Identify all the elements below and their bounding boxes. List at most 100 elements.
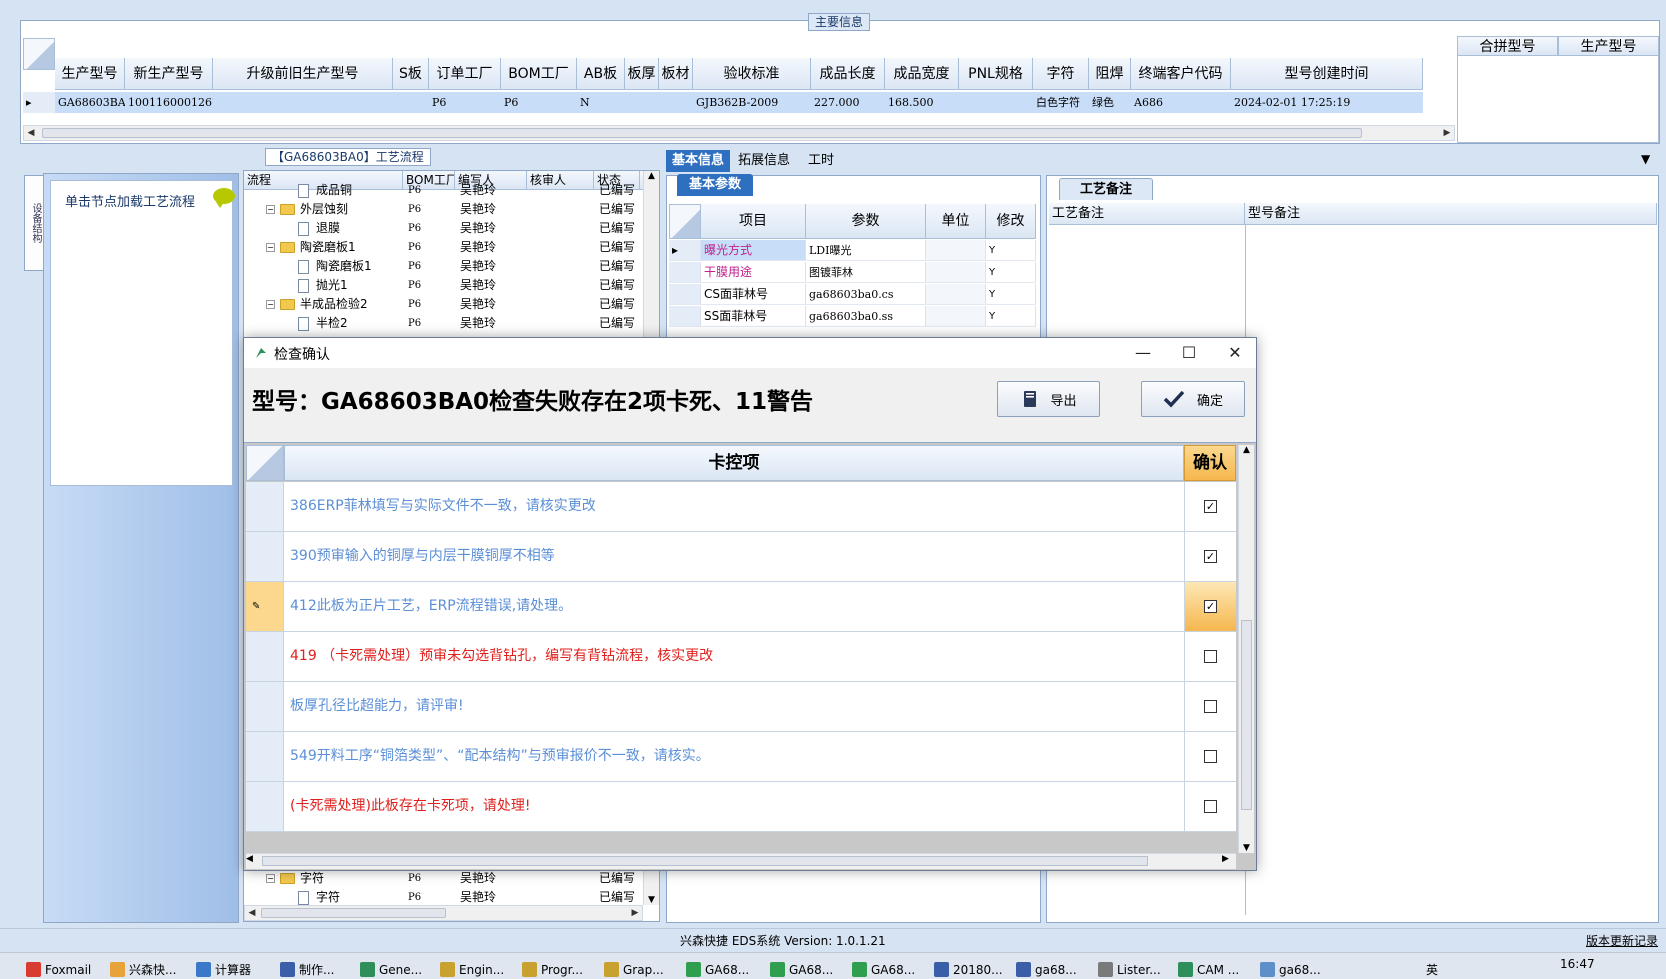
merge-col-header[interactable]: 生产型号	[1558, 36, 1659, 56]
confirm-checkbox[interactable]	[1204, 750, 1217, 763]
main-col-header[interactable]: 板材	[659, 58, 693, 90]
main-col-header[interactable]: 生产型号	[55, 58, 125, 90]
tab-work-hours[interactable]: 工时	[802, 150, 840, 172]
row-selector[interactable]	[246, 532, 284, 581]
main-cell[interactable]	[213, 92, 393, 113]
param-unit[interactable]	[926, 306, 986, 326]
col-unit[interactable]: 单位	[926, 204, 986, 239]
main-cell[interactable]	[959, 92, 1033, 113]
main-cell[interactable]: A686	[1131, 92, 1231, 113]
main-col-header[interactable]: 成品长度	[811, 58, 885, 90]
main-cell[interactable]: GA68603BA0	[55, 92, 125, 113]
main-col-header[interactable]: 订单工厂	[429, 58, 501, 90]
device-structure-tab[interactable]: 设备结构	[24, 175, 44, 271]
ok-button[interactable]: 确定	[1141, 381, 1245, 417]
param-row[interactable]: ▸ 曝光方式 LDI曝光 Y	[669, 240, 1036, 261]
taskbar-app[interactable]: Grap...	[604, 959, 664, 979]
row-selector[interactable]	[246, 632, 284, 681]
param-modify[interactable]: Y	[986, 284, 1036, 304]
scroll-up-icon[interactable]: ▲	[1239, 445, 1254, 455]
param-value[interactable]: ga68603ba0.ss	[806, 306, 926, 326]
taskbar-app[interactable]: 兴森快...	[110, 959, 176, 979]
main-col-header[interactable]: 字符	[1033, 58, 1089, 90]
scroll-down-icon[interactable]: ▼	[644, 895, 659, 905]
process-node[interactable]: 退膜	[244, 219, 403, 238]
row-selector[interactable]: ✎	[246, 582, 284, 631]
scroll-thumb[interactable]	[261, 908, 446, 918]
taskbar-app[interactable]: 20180...	[934, 959, 1003, 979]
param-value[interactable]: ga68603ba0.cs	[806, 284, 926, 304]
confirm-checkbox[interactable]	[1204, 800, 1217, 813]
confirm-cell[interactable]: ✓	[1184, 482, 1236, 531]
main-info-hscroll[interactable]: ◀ ▶	[23, 125, 1455, 141]
col-param[interactable]: 参数	[806, 204, 926, 239]
process-node[interactable]: − 外层蚀刻	[244, 200, 403, 219]
taskbar-app[interactable]: Gene...	[360, 959, 422, 979]
tab-process-remark[interactable]: 工艺备注	[1059, 178, 1154, 200]
param-row[interactable]: SS面菲林号 ga68603ba0.ss Y	[669, 306, 1036, 327]
taskbar-app[interactable]: ga68...	[1260, 959, 1321, 979]
check-item-row[interactable]: ✎ 412此板为正片工艺，ERP流程错误,请处理。 ✓	[246, 582, 1236, 632]
taskbar-app[interactable]: 制作...	[280, 959, 334, 979]
taskbar-app[interactable]: Foxmail	[26, 959, 91, 979]
param-modify[interactable]: Y	[986, 262, 1036, 282]
process-tree-row[interactable]: − 字符 P6 吴艳玲 已编写	[244, 869, 640, 888]
main-cell[interactable]: N	[577, 92, 625, 113]
main-col-header[interactable]: 板厚	[625, 58, 659, 90]
scroll-left-icon[interactable]: ◀	[24, 126, 38, 140]
param-row[interactable]: CS面菲林号 ga68603ba0.cs Y	[669, 284, 1036, 305]
check-item-row[interactable]: 386ERP菲林填写与实际文件不一致，请核实更改 ✓	[246, 482, 1236, 532]
param-value[interactable]: 图镀菲林	[806, 262, 926, 282]
row-selector[interactable]: ▸	[669, 240, 701, 260]
process-tree-row[interactable]: 退膜 P6 吴艳玲 已编写	[244, 219, 640, 238]
export-button[interactable]: 导出	[997, 381, 1100, 417]
dialog-titlebar[interactable]: 检查确认 — ☐ ✕	[244, 338, 1256, 368]
main-col-header[interactable]: 成品宽度	[885, 58, 959, 90]
confirm-cell[interactable]: ✓	[1184, 532, 1236, 581]
scroll-right-icon[interactable]: ▶	[1222, 854, 1236, 864]
taskbar-app[interactable]: ga68...	[1016, 959, 1077, 979]
scroll-thumb[interactable]	[262, 856, 1148, 866]
main-cell[interactable]: P6	[429, 92, 501, 113]
main-col-header[interactable]: AB板	[577, 58, 625, 90]
taskbar-app[interactable]: CAM ...	[1178, 959, 1239, 979]
confirm-cell[interactable]: ✓	[1184, 582, 1236, 631]
process-node[interactable]: 半检2	[244, 314, 403, 333]
main-col-header[interactable]: 新生产型号	[125, 58, 213, 90]
confirm-checkbox[interactable]: ✓	[1204, 550, 1217, 563]
main-col-header[interactable]: PNL规格	[959, 58, 1033, 90]
process-node[interactable]: − 半成品检验2	[244, 295, 403, 314]
row-selector[interactable]	[246, 682, 284, 731]
maximize-icon[interactable]: ☐	[1172, 342, 1206, 364]
scroll-left-icon[interactable]: ◀	[245, 906, 259, 920]
check-item-row[interactable]: 板厚孔径比超能力，请评审!	[246, 682, 1236, 732]
col-modify[interactable]: 修改	[986, 204, 1036, 239]
scroll-right-icon[interactable]: ▶	[628, 906, 642, 920]
process-node[interactable]: 抛光1	[244, 276, 403, 295]
main-col-header[interactable]: 升级前旧生产型号	[213, 58, 393, 90]
tab-basic-params[interactable]: 基本参数	[677, 174, 754, 196]
collapse-icon[interactable]: −	[266, 243, 275, 252]
process-tree-row[interactable]: 陶瓷磨板1 P6 吴艳玲 已编写	[244, 257, 640, 276]
confirm-cell[interactable]	[1184, 632, 1236, 681]
col-model-remark[interactable]: 型号备注	[1245, 203, 1657, 225]
clock[interactable]: 16:47	[1560, 953, 1595, 974]
param-row[interactable]: 干膜用途 图镀菲林 Y	[669, 262, 1036, 283]
col-check-item[interactable]: 卡控项	[284, 445, 1184, 481]
main-col-header[interactable]: 型号创建时间	[1231, 58, 1423, 90]
row-selector[interactable]	[246, 782, 284, 831]
process-tree-row[interactable]: − 半成品检验2 P6 吴艳玲 已编写	[244, 295, 640, 314]
taskbar-app[interactable]: GA68...	[852, 959, 915, 979]
scroll-left-icon[interactable]: ◀	[246, 854, 260, 864]
taskbar-app[interactable]: Progr...	[522, 959, 583, 979]
col-item[interactable]: 项目	[701, 204, 806, 239]
process-node[interactable]: − 陶瓷磨板1	[244, 238, 403, 257]
main-col-header[interactable]: 阻焊	[1089, 58, 1131, 90]
param-unit[interactable]	[926, 284, 986, 304]
main-cell[interactable]	[393, 92, 429, 113]
scroll-right-icon[interactable]: ▶	[1440, 126, 1454, 140]
confirm-checkbox[interactable]: ✓	[1204, 600, 1217, 613]
param-modify[interactable]: Y	[986, 306, 1036, 326]
taskbar-app[interactable]: GA68...	[686, 959, 749, 979]
main-col-header[interactable]: 验收标准	[693, 58, 811, 90]
